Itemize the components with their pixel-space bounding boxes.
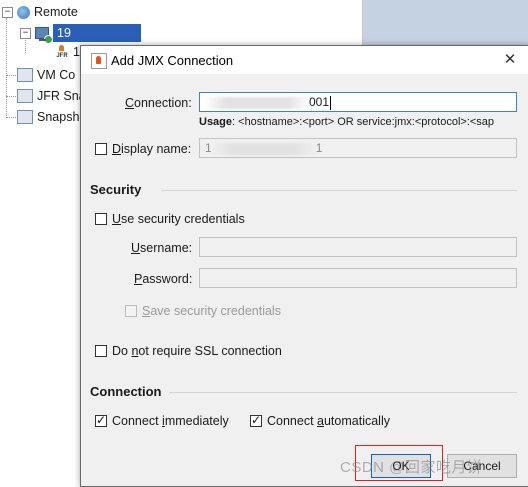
collapse-toggle[interactable]: − — [2, 6, 13, 18]
mnemonic: C — [125, 96, 135, 110]
app-icon — [91, 53, 107, 69]
tree-item-jfr-child[interactable]: JFR 1 — [55, 42, 80, 62]
tree-item-label: 1 — [73, 45, 80, 59]
vm-coredump-icon — [17, 68, 33, 82]
use-security-credentials-label: Use security credentials — [112, 212, 245, 226]
connect-automatically-label: Connect automatically — [267, 414, 390, 428]
label-text: ave security credentials — [150, 304, 281, 318]
tree-item-host[interactable]: − 19 — [20, 23, 141, 44]
label-text: onnection: — [134, 96, 192, 110]
add-jmx-connection-dialog: Add JMX Connection ✕ Connection: 001 Usa… — [80, 45, 528, 487]
usage-bold: Usage — [199, 116, 233, 128]
username-label: Username: — [131, 241, 192, 255]
tree-item-remote[interactable]: − Remote — [2, 2, 78, 22]
connection-section-title: Connection — [90, 384, 162, 399]
label-text: utomatically — [323, 414, 390, 428]
label-text: Connect — [267, 414, 318, 428]
mnemonic: U — [112, 212, 122, 226]
tree-connector — [6, 96, 16, 97]
connection-label: Connection: — [125, 96, 192, 110]
remote-globe-icon — [17, 5, 30, 19]
tree-connector — [6, 75, 16, 76]
label-text: ot require SSL connection — [138, 344, 282, 358]
label-text: Do — [112, 344, 132, 358]
save-credentials-label: Save security credentials — [142, 304, 281, 318]
section-divider — [161, 190, 517, 191]
dialog-titlebar[interactable]: Add JMX Connection ✕ — [81, 46, 528, 74]
tree-item-jfr-snapshots[interactable]: JFR Sna — [17, 86, 86, 106]
tree-item-label: JFR Sna — [37, 89, 86, 103]
mnemonic: U — [131, 241, 141, 255]
no-ssl-checkbox[interactable] — [95, 345, 107, 357]
host-icon — [35, 27, 53, 44]
section-divider — [169, 392, 517, 393]
connection-value: 001 — [309, 95, 330, 109]
tree-connector — [6, 117, 16, 118]
display-name-input[interactable]: 11 — [199, 138, 517, 158]
connected-badge-icon — [44, 35, 53, 44]
use-security-credentials-checkbox[interactable] — [95, 213, 107, 225]
tree-item-snapshots[interactable]: Snapshot — [17, 107, 90, 127]
label-text: isplay name: — [121, 142, 192, 156]
save-credentials-checkbox[interactable] — [125, 305, 137, 317]
mnemonic: a — [317, 414, 324, 428]
tree-item-label-selected: 19 — [53, 24, 141, 42]
label-text: assword: — [142, 272, 193, 286]
jfr-recording-icon: JFR — [55, 45, 69, 59]
collapse-toggle[interactable]: − — [20, 27, 31, 39]
tree-item-label: Remote — [34, 5, 78, 19]
watermark: CSDN @回家吃月饼 — [340, 459, 483, 476]
text-cursor — [330, 95, 332, 110]
password-label: Password: — [134, 272, 192, 286]
redacted-text — [211, 142, 316, 155]
display-name-checkbox[interactable] — [95, 143, 107, 155]
tree-item-vm-coredumps[interactable]: VM Co — [17, 65, 75, 85]
no-ssl-label: Do not require SSL connection — [112, 344, 282, 358]
label-text: sername: — [140, 241, 193, 255]
usage-text: : <hostname>:<port> OR service:jmx:<prot… — [232, 116, 495, 128]
tree-item-label: VM Co — [37, 68, 76, 82]
snapshot-icon — [17, 110, 33, 124]
display-name-label: Display name: — [112, 142, 191, 156]
close-button[interactable]: ✕ — [497, 48, 523, 72]
security-section-title: Security — [90, 182, 142, 197]
display-name-value-tail: 1 — [315, 141, 323, 155]
label-text: Connect — [112, 414, 163, 428]
password-input[interactable] — [199, 268, 517, 288]
display-name-value-head: 1 — [205, 141, 212, 155]
mnemonic: D — [112, 142, 122, 156]
redacted-text — [205, 96, 309, 109]
usage-hint: Usage: <hostname>:<port> OR service:jmx:… — [199, 116, 494, 128]
connect-immediately-checkbox[interactable] — [95, 413, 107, 427]
jfr-snapshot-icon — [17, 89, 33, 103]
label-text: mmediately — [164, 414, 229, 428]
dialog-title: Add JMX Connection — [111, 53, 234, 68]
connection-input[interactable]: 001 — [199, 92, 517, 112]
connect-immediately-label: Connect immediately — [112, 414, 229, 428]
label-text: se security credentials — [121, 212, 245, 226]
tree-connector — [6, 18, 7, 118]
connect-automatically-checkbox[interactable] — [250, 413, 262, 427]
username-input[interactable] — [199, 237, 517, 257]
